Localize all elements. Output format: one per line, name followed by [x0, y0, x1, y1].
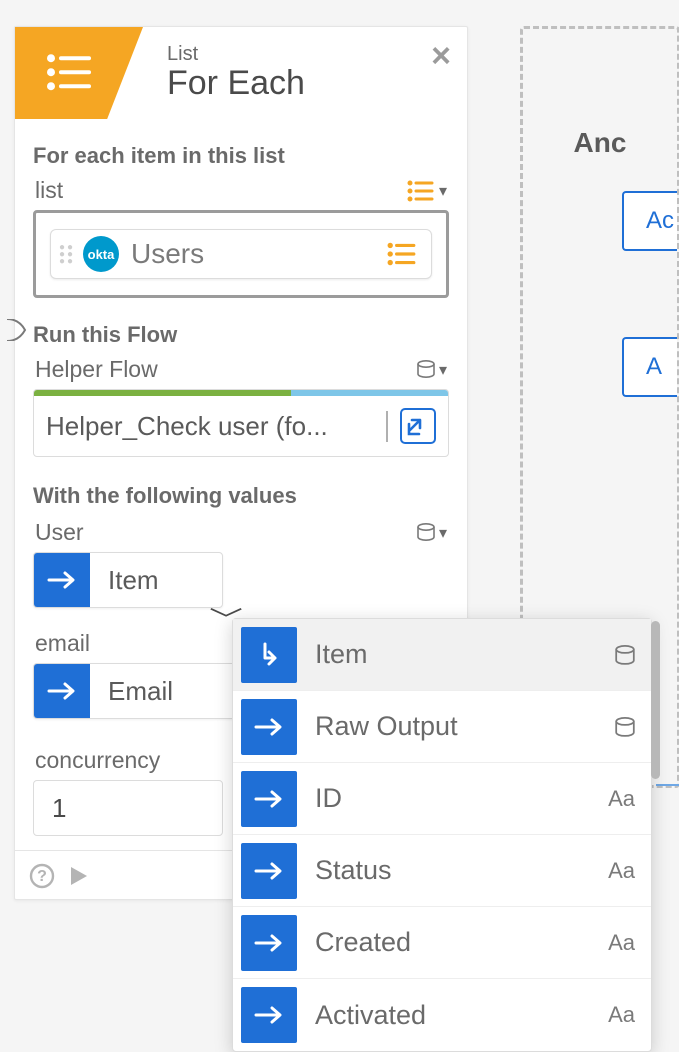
help-button[interactable]: ?	[29, 861, 55, 889]
list-field-label-row: list ▾	[33, 177, 449, 204]
list-value-pill[interactable]: ●●●●●● okta Users	[50, 229, 432, 279]
external-link-icon	[407, 415, 429, 437]
dropdown-item-label: Activated	[315, 1000, 608, 1031]
dropdown-item-type-text: Aa	[608, 1002, 635, 1028]
email-value-chip[interactable]: Email	[33, 663, 237, 719]
list-drop-area[interactable]: ●●●●●● okta Users	[33, 210, 449, 298]
header-supertitle: List	[167, 43, 305, 66]
list-type-icon[interactable]: ▾	[407, 180, 447, 202]
helper-flow-row: Helper_Check user (fo...	[34, 396, 448, 456]
dropdown-item-raw-output[interactable]: Raw Output	[233, 691, 651, 763]
dropdown-item-activated[interactable]: Activated Aa	[233, 979, 651, 1051]
helper-flow-label-row: Helper Flow ▾	[33, 356, 449, 383]
run-button[interactable]	[67, 861, 91, 889]
arrow-right-icon	[34, 553, 90, 607]
header-icon-wrap	[15, 27, 143, 119]
user-value-chip[interactable]: Item	[33, 552, 223, 608]
list-label: list	[35, 177, 63, 204]
field-dropdown: Item Raw Output ID Aa Status Aa Created …	[232, 618, 652, 1052]
connector-line-icon	[7, 319, 29, 341]
list-value-type-icon	[387, 242, 417, 266]
user-label: User	[35, 519, 84, 546]
right-panel-divider	[656, 784, 679, 786]
arrow-right-icon	[241, 843, 297, 899]
email-label: email	[35, 630, 90, 657]
concurrency-value: 1	[52, 793, 66, 824]
progress-segment-green	[34, 390, 291, 396]
drag-handle-icon[interactable]: ●●●●●●	[59, 244, 83, 265]
helper-flow-progress	[34, 390, 448, 396]
chevron-down-icon: ▾	[439, 523, 447, 543]
run-flow-heading: Run this Flow	[33, 322, 449, 348]
svg-text:?: ?	[37, 868, 47, 885]
arrow-right-icon	[241, 987, 297, 1043]
concurrency-label: concurrency	[35, 747, 160, 774]
dropdown-item-type-text: Aa	[608, 930, 635, 956]
right-panel-button-1[interactable]: Ac	[622, 191, 677, 251]
okta-badge-icon: okta	[83, 236, 119, 272]
dropdown-item-type-text: Aa	[608, 786, 635, 812]
object-type-icon	[417, 523, 435, 543]
dropdown-item-item[interactable]: Item	[233, 619, 651, 691]
close-button[interactable]: ×	[431, 39, 451, 73]
arrow-right-icon	[241, 915, 297, 971]
user-row: User ▾ Item	[33, 519, 449, 608]
dropdown-item-label: ID	[315, 783, 608, 814]
list-type-list-icon	[407, 180, 435, 202]
dropdown-item-id[interactable]: ID Aa	[233, 763, 651, 835]
arrow-right-icon	[34, 664, 90, 718]
email-value-text: Email	[90, 664, 191, 718]
header-titles: List For Each	[143, 27, 305, 119]
dropdown-item-label: Created	[315, 927, 608, 958]
dropdown-item-status[interactable]: Status Aa	[233, 835, 651, 907]
dropdown-item-label: Status	[315, 855, 608, 886]
dropdown-item-type-icon	[615, 642, 635, 668]
helper-flow-value[interactable]: Helper_Check user (fo...	[46, 411, 388, 442]
dropdown-caret-icon: ﹀	[209, 600, 243, 635]
arrow-right-icon	[241, 699, 297, 755]
helper-flow-label: Helper Flow	[35, 356, 158, 383]
object-type-icon	[417, 360, 435, 380]
arrow-down-right-icon	[241, 627, 297, 683]
progress-segment-blue	[291, 390, 448, 396]
chevron-down-icon: ▾	[439, 360, 447, 380]
concurrency-input[interactable]: 1	[33, 780, 223, 836]
dropdown-scrollbar[interactable]	[651, 621, 660, 779]
user-value-text: Item	[90, 553, 177, 607]
arrow-right-icon	[241, 771, 297, 827]
header-title: For Each	[167, 64, 305, 103]
user-type-icon[interactable]: ▾	[417, 523, 447, 543]
card-header: List For Each ×	[15, 27, 467, 119]
list-value-text: Users	[131, 238, 387, 270]
dropdown-item-type-text: Aa	[608, 858, 635, 884]
dropdown-item-created[interactable]: Created Aa	[233, 907, 651, 979]
chevron-down-icon: ▾	[439, 181, 447, 201]
right-panel-button-2[interactable]: A	[622, 337, 677, 397]
helper-flow-box: Helper_Check user (fo...	[33, 389, 449, 457]
dropdown-item-label: Raw Output	[315, 711, 615, 742]
for-each-list-heading: For each item in this list	[33, 143, 449, 169]
helper-flow-type-icon[interactable]: ▾	[417, 360, 447, 380]
with-values-heading: With the following values	[33, 483, 449, 509]
list-icon	[47, 52, 93, 92]
right-panel-heading: Anc	[523, 127, 677, 159]
dropdown-item-label: Item	[315, 639, 615, 670]
dropdown-item-type-icon	[615, 714, 635, 740]
open-flow-button[interactable]	[400, 408, 436, 444]
